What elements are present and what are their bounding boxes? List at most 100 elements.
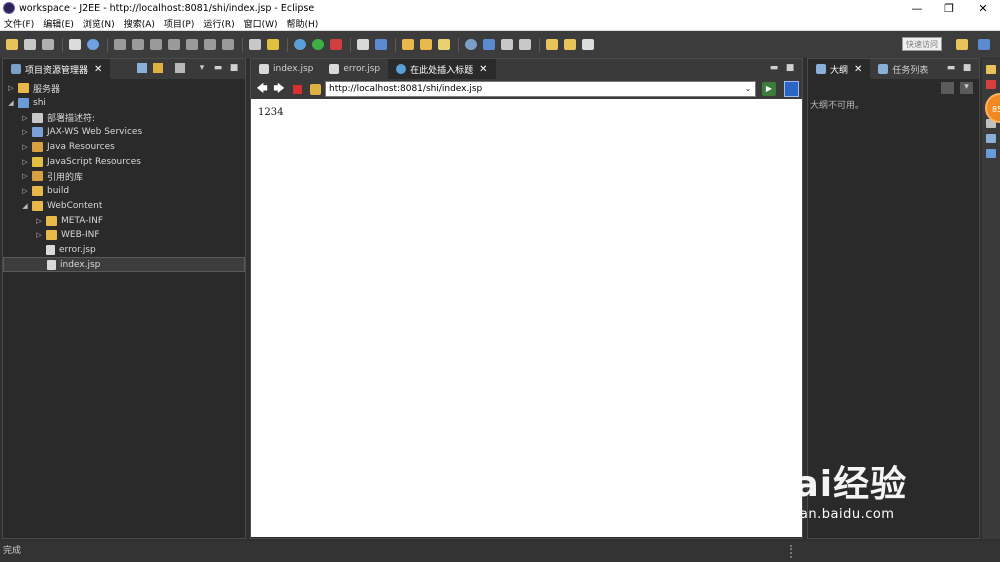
quick-access-field[interactable]: 快速访问 bbox=[902, 37, 942, 51]
tree-item[interactable]: ▷ 部署描述符: bbox=[3, 110, 245, 125]
url-field[interactable]: http://localhost:8081/shi/index.jsp ⌄ bbox=[325, 81, 756, 97]
expand-arrow-icon[interactable]: ◢ bbox=[7, 99, 15, 107]
go-button[interactable]: ▶ bbox=[762, 82, 776, 96]
j2ee-perspective-icon[interactable] bbox=[978, 39, 990, 50]
restore-icon[interactable] bbox=[986, 65, 996, 74]
step-into-icon[interactable] bbox=[186, 39, 198, 50]
expand-arrow-icon[interactable]: ▷ bbox=[21, 114, 29, 122]
back-arrow-icon[interactable]: 🡄 bbox=[256, 83, 268, 95]
snippets-icon[interactable] bbox=[986, 149, 996, 158]
print-icon[interactable] bbox=[69, 39, 81, 50]
minimize-view-icon[interactable]: ▬ bbox=[213, 63, 223, 73]
tree-item[interactable]: ▷ build bbox=[3, 184, 245, 199]
disconnect-icon[interactable] bbox=[168, 39, 180, 50]
tree-item[interactable]: ▷ JavaScript Resources bbox=[3, 154, 245, 169]
link-editor-icon[interactable] bbox=[153, 63, 163, 73]
maximize-button[interactable]: ❐ bbox=[932, 0, 966, 16]
menu-search[interactable]: 搜索(A) bbox=[124, 17, 155, 30]
close-button[interactable]: ✕ bbox=[966, 0, 1000, 16]
tree-item[interactable]: ▷ 引用的库 bbox=[3, 169, 245, 184]
expand-arrow-icon[interactable]: ▷ bbox=[21, 128, 29, 136]
new-icon[interactable] bbox=[6, 39, 18, 50]
server-icon[interactable] bbox=[267, 39, 279, 50]
step-return-icon[interactable] bbox=[222, 39, 234, 50]
expand-arrow-icon[interactable]: ▷ bbox=[35, 231, 43, 239]
open-type-icon[interactable] bbox=[402, 39, 414, 50]
save-icon[interactable] bbox=[24, 39, 36, 50]
expand-arrow-icon[interactable]: ▷ bbox=[21, 143, 29, 151]
close-icon[interactable]: ✕ bbox=[94, 64, 102, 75]
tree-item[interactable]: ◢ WebContent bbox=[3, 199, 245, 214]
forward-icon[interactable] bbox=[582, 39, 594, 50]
expand-arrow-icon[interactable]: ▷ bbox=[35, 217, 43, 225]
tree-item[interactable]: ▷ META-INF bbox=[3, 213, 245, 228]
browser-icon[interactable] bbox=[465, 39, 477, 50]
new-web-project-icon[interactable] bbox=[375, 39, 387, 50]
tab-browser[interactable]: 在此处插入标题 ✕ bbox=[388, 59, 496, 79]
external-tools-icon[interactable] bbox=[330, 39, 342, 50]
tab-project-explorer[interactable]: 项目资源管理器 ✕ bbox=[3, 59, 111, 79]
run-icon[interactable] bbox=[312, 39, 324, 50]
filter-icon[interactable] bbox=[941, 82, 954, 94]
close-icon[interactable]: ✕ bbox=[479, 64, 487, 75]
minimize-view-icon[interactable]: ▬ bbox=[946, 63, 956, 73]
open-resource-icon[interactable] bbox=[420, 39, 432, 50]
problems-icon[interactable] bbox=[986, 80, 996, 89]
menu-file[interactable]: 文件(F) bbox=[4, 17, 34, 30]
save-all-icon[interactable] bbox=[42, 39, 54, 50]
console-icon[interactable] bbox=[249, 39, 261, 50]
step-over-icon[interactable] bbox=[204, 39, 216, 50]
last-edit-icon[interactable] bbox=[546, 39, 558, 50]
terminate-icon[interactable] bbox=[150, 39, 162, 50]
view-menu-icon[interactable]: ▾ bbox=[960, 82, 973, 94]
expand-arrow-icon[interactable]: ▷ bbox=[21, 187, 29, 195]
view-menu-icon[interactable]: ▾ bbox=[197, 63, 207, 73]
tab-error-jsp[interactable]: error.jsp bbox=[321, 59, 388, 79]
filter-icon[interactable] bbox=[175, 63, 185, 73]
next-annotation-icon[interactable] bbox=[519, 39, 531, 50]
close-icon[interactable]: ✕ bbox=[854, 64, 862, 75]
annotation-icon[interactable] bbox=[501, 39, 513, 50]
menu-project[interactable]: 项目(P) bbox=[164, 17, 194, 30]
tab-index-jsp[interactable]: index.jsp bbox=[251, 59, 321, 79]
search-icon[interactable] bbox=[438, 39, 450, 50]
forward-arrow-icon[interactable]: 🡆 bbox=[273, 83, 285, 95]
tree-item[interactable]: index.jsp bbox=[3, 257, 245, 272]
tree-item[interactable]: error.jsp bbox=[3, 243, 245, 258]
expand-arrow-icon[interactable]: ▷ bbox=[21, 172, 29, 180]
tab-task-list[interactable]: 任务列表 bbox=[870, 59, 936, 79]
minimize-view-icon[interactable]: ▬ bbox=[769, 63, 779, 73]
open-perspective-icon[interactable] bbox=[956, 39, 968, 50]
menu-help[interactable]: 帮助(H) bbox=[287, 17, 319, 30]
expand-arrow-icon[interactable]: ▷ bbox=[21, 158, 29, 166]
expand-arrow-icon[interactable]: ▷ bbox=[7, 84, 15, 92]
web-services-icon[interactable] bbox=[483, 39, 495, 50]
open-external-icon[interactable] bbox=[784, 81, 799, 97]
expand-arrow-icon[interactable]: ◢ bbox=[21, 202, 29, 210]
refresh-icon[interactable] bbox=[310, 83, 321, 95]
build-icon[interactable] bbox=[87, 39, 99, 50]
maximize-view-icon[interactable]: ■ bbox=[229, 63, 239, 73]
collapse-all-icon[interactable] bbox=[137, 63, 147, 73]
tab-outline[interactable]: 大纲 ✕ bbox=[808, 59, 871, 79]
menu-window[interactable]: 窗口(W) bbox=[244, 17, 278, 30]
menu-edit[interactable]: 编辑(E) bbox=[43, 17, 74, 30]
maximize-view-icon[interactable]: ■ bbox=[962, 63, 972, 73]
menu-navigate[interactable]: 浏览(N) bbox=[83, 17, 115, 30]
tree-item[interactable]: ◢ shi bbox=[3, 96, 245, 111]
chevron-down-icon[interactable]: ⌄ bbox=[742, 82, 754, 96]
data-source-icon[interactable] bbox=[986, 134, 996, 143]
tree-item[interactable]: ▷ 服务器 bbox=[3, 81, 245, 96]
maximize-view-icon[interactable]: ■ bbox=[785, 63, 795, 73]
suspend-icon[interactable] bbox=[132, 39, 144, 50]
new-server-icon[interactable] bbox=[357, 39, 369, 50]
menu-run[interactable]: 运行(R) bbox=[203, 17, 234, 30]
back-icon[interactable] bbox=[564, 39, 576, 50]
stop-icon[interactable] bbox=[293, 84, 302, 94]
resume-icon[interactable] bbox=[114, 39, 126, 50]
minimize-button[interactable]: — bbox=[900, 0, 934, 16]
tree-item[interactable]: ▷ Java Resources bbox=[3, 140, 245, 155]
tree-item[interactable]: ▷ JAX-WS Web Services bbox=[3, 125, 245, 140]
debug-icon[interactable] bbox=[294, 39, 306, 50]
tree-item[interactable]: ▷ WEB-INF bbox=[3, 228, 245, 243]
